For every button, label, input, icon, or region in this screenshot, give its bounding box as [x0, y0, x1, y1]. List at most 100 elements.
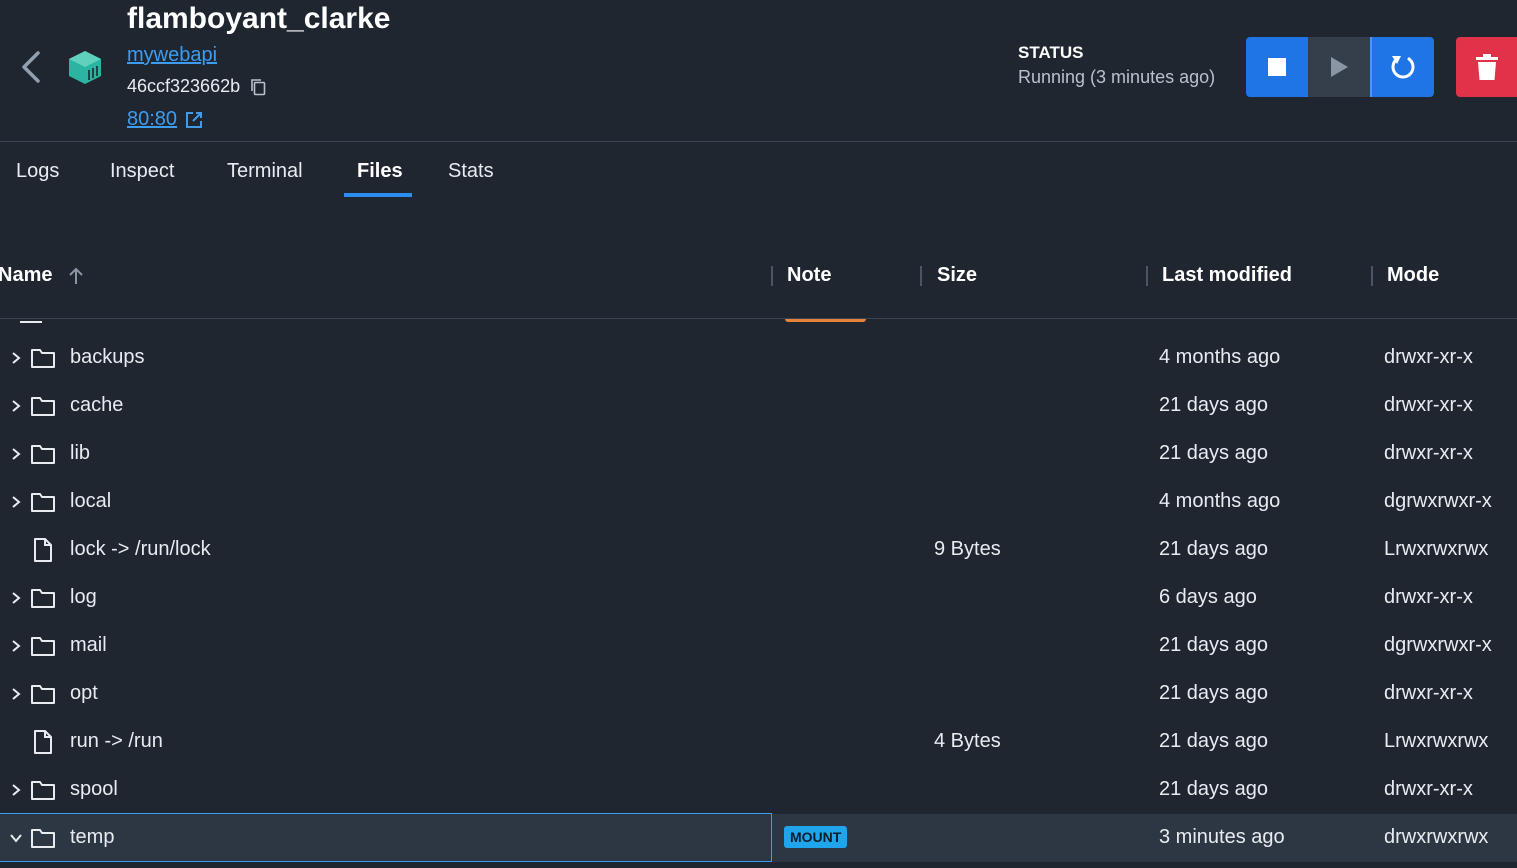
- name-cell[interactable]: cache: [0, 382, 771, 429]
- file-name: cache: [70, 394, 124, 416]
- name-cell[interactable]: lib: [0, 430, 771, 477]
- column-name-label: Name: [0, 264, 53, 286]
- name-cell[interactable]: local: [0, 478, 771, 525]
- delete-button[interactable]: [1456, 37, 1517, 97]
- chevron-right-icon[interactable]: [8, 636, 24, 656]
- folder-icon: [31, 397, 55, 416]
- name-cell[interactable]: log: [0, 574, 771, 621]
- last-modified: 21 days ago: [1159, 634, 1268, 656]
- file-name: backups: [70, 346, 145, 368]
- table-row[interactable]: log 6 days ago drwxr-xr-x: [0, 574, 1517, 622]
- file-name: log: [70, 586, 97, 608]
- chevron-right-icon[interactable]: [8, 780, 24, 800]
- container-controls: [1246, 37, 1434, 97]
- image-link[interactable]: mywebapi: [127, 44, 217, 67]
- tab-stats[interactable]: Stats: [448, 160, 494, 183]
- tab-terminal[interactable]: Terminal: [227, 160, 303, 183]
- file-mode: drwxr-xr-x: [1384, 682, 1473, 704]
- stop-button[interactable]: [1246, 37, 1308, 97]
- tab-files[interactable]: Files: [357, 160, 403, 183]
- column-resize-handle[interactable]: [920, 266, 922, 286]
- file-name: lib: [70, 442, 91, 464]
- name-cell[interactable]: backups: [0, 334, 771, 381]
- port-link[interactable]: 80:80: [127, 108, 203, 131]
- column-last-modified[interactable]: Last modified: [1162, 264, 1292, 287]
- file-mode: drwxrwxrwx: [1384, 826, 1489, 848]
- back-arrow-icon[interactable]: [18, 50, 44, 84]
- tab-inspect[interactable]: Inspect: [110, 160, 174, 183]
- mount-badge: MOUNT: [784, 826, 848, 848]
- file-mode: drwxr-xr-x: [1384, 442, 1473, 464]
- restart-button[interactable]: [1372, 37, 1434, 97]
- status-label: STATUS: [1018, 43, 1084, 62]
- table-row[interactable]: spool 21 days ago drwxr-xr-x: [0, 766, 1517, 814]
- last-modified: 21 days ago: [1159, 394, 1268, 416]
- file-mode: dgrwxrwxr-x: [1384, 490, 1492, 512]
- chevron-right-icon[interactable]: [8, 396, 24, 416]
- table-row[interactable]: local 4 months ago dgrwxrwxr-x: [0, 478, 1517, 526]
- column-note[interactable]: Note: [787, 264, 831, 287]
- container-header: flamboyant_clarke mywebapi 46ccf323662b …: [0, 0, 1517, 142]
- active-tab-indicator: [344, 193, 412, 197]
- last-modified: 6 days ago: [1159, 586, 1257, 608]
- tab-logs[interactable]: Logs: [16, 160, 59, 183]
- container-name: flamboyant_clarke: [127, 2, 391, 35]
- file-mode: Lrwxrwxrwx: [1384, 730, 1489, 752]
- chevron-down-icon[interactable]: [8, 828, 24, 848]
- container-id-text: 46ccf323662b: [127, 76, 241, 96]
- sort-ascending-icon: [69, 267, 83, 284]
- table-row[interactable]: temp MOUNT 3 minutes ago drwxrwxrwx: [0, 813, 1517, 862]
- container-id: 46ccf323662b: [127, 76, 266, 97]
- chevron-right-icon[interactable]: [8, 492, 24, 512]
- port-text: 80:80: [127, 108, 178, 130]
- file-mode: dgrwxrwxr-x: [1384, 634, 1492, 656]
- table-row[interactable]: opt 21 days ago drwxr-xr-x: [0, 670, 1517, 718]
- file-size: 4 Bytes: [934, 730, 1001, 752]
- file-name: temp: [70, 826, 115, 848]
- play-icon: [1331, 57, 1348, 77]
- table-row[interactable]: lib 21 days ago drwxr-xr-x: [0, 430, 1517, 478]
- chevron-right-icon[interactable]: [8, 588, 24, 608]
- last-modified: 21 days ago: [1159, 730, 1268, 752]
- table-row[interactable]: run -> /run 4 Bytes 21 days ago Lrwxrwxrwx: [0, 718, 1517, 766]
- file-name: run -> /run: [70, 730, 163, 752]
- chevron-right-icon[interactable]: [8, 348, 24, 368]
- folder-icon: [31, 637, 55, 656]
- column-resize-handle[interactable]: [771, 266, 773, 286]
- start-button[interactable]: [1308, 37, 1370, 97]
- name-cell[interactable]: spool: [0, 766, 771, 813]
- name-cell[interactable]: temp: [0, 813, 772, 862]
- file-mode: drwxr-xr-x: [1384, 778, 1473, 800]
- name-cell[interactable]: run -> /run: [0, 718, 771, 765]
- column-mode[interactable]: Mode: [1387, 264, 1439, 287]
- folder-icon: [31, 493, 55, 512]
- table-row[interactable]: backups 4 months ago drwxr-xr-x: [0, 334, 1517, 382]
- chevron-right-icon[interactable]: [8, 444, 24, 464]
- status-value: Running (3 minutes ago): [1018, 67, 1216, 87]
- chevron-right-icon[interactable]: [8, 684, 24, 704]
- last-modified: 21 days ago: [1159, 442, 1268, 464]
- column-resize-handle[interactable]: [1146, 266, 1148, 286]
- file-name: spool: [70, 778, 118, 800]
- file-mode: drwxr-xr-x: [1384, 586, 1473, 608]
- last-modified: 3 minutes ago: [1159, 826, 1285, 848]
- file-size: 9 Bytes: [934, 538, 1001, 560]
- last-modified: 21 days ago: [1159, 682, 1268, 704]
- table-row-partial: [0, 319, 1517, 333]
- file-name: mail: [70, 634, 107, 656]
- column-name[interactable]: Name: [0, 264, 84, 287]
- table-row[interactable]: lock -> /run/lock 9 Bytes 21 days ago Lrwxr…: [0, 526, 1517, 574]
- column-size[interactable]: Size: [937, 264, 977, 287]
- file-icon: [34, 730, 52, 754]
- file-name: local: [70, 490, 112, 512]
- name-cell[interactable]: mail: [0, 622, 771, 669]
- copy-icon[interactable]: [250, 78, 266, 96]
- name-cell[interactable]: lock -> /run/lock: [0, 526, 771, 573]
- last-modified: 4 months ago: [1159, 346, 1281, 368]
- column-resize-handle[interactable]: [1371, 266, 1373, 286]
- table-row[interactable]: mail 21 days ago dgrwxrwxr-x: [0, 622, 1517, 670]
- table-header: Name Note Size Last modified Mode: [0, 250, 1517, 319]
- table-row[interactable]: cache 21 days ago drwxr-xr-x: [0, 382, 1517, 430]
- name-cell[interactable]: opt: [0, 670, 771, 717]
- file-name: lock -> /run/lock: [70, 538, 211, 560]
